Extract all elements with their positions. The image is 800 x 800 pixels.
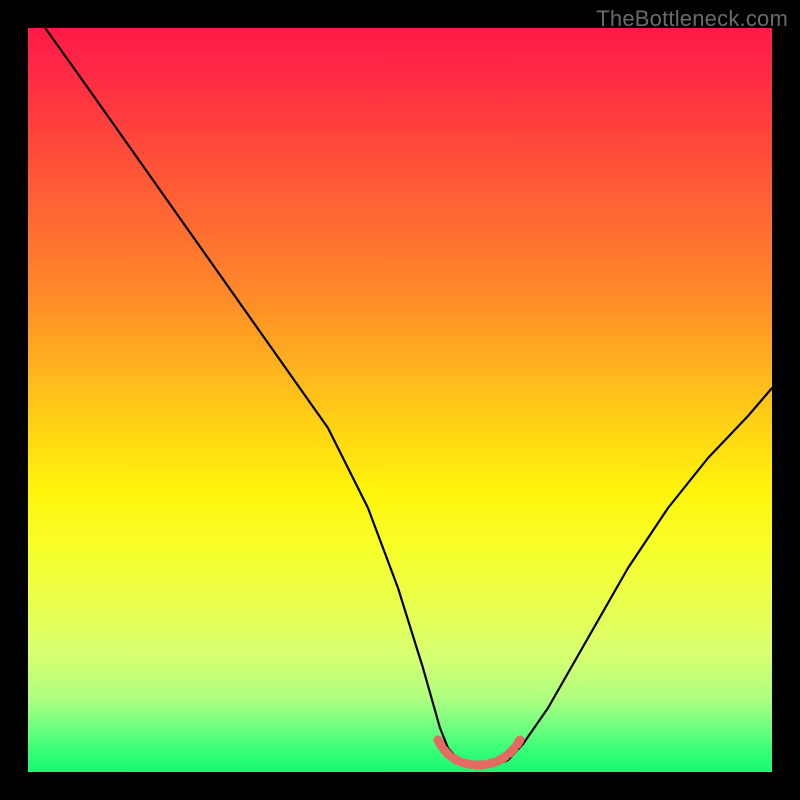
chart-frame: TheBottleneck.com <box>0 0 800 800</box>
bottleneck-curve-path <box>31 28 772 766</box>
curve-svg <box>28 28 772 772</box>
watermark-text: TheBottleneck.com <box>596 6 788 32</box>
plot-area <box>28 28 772 772</box>
